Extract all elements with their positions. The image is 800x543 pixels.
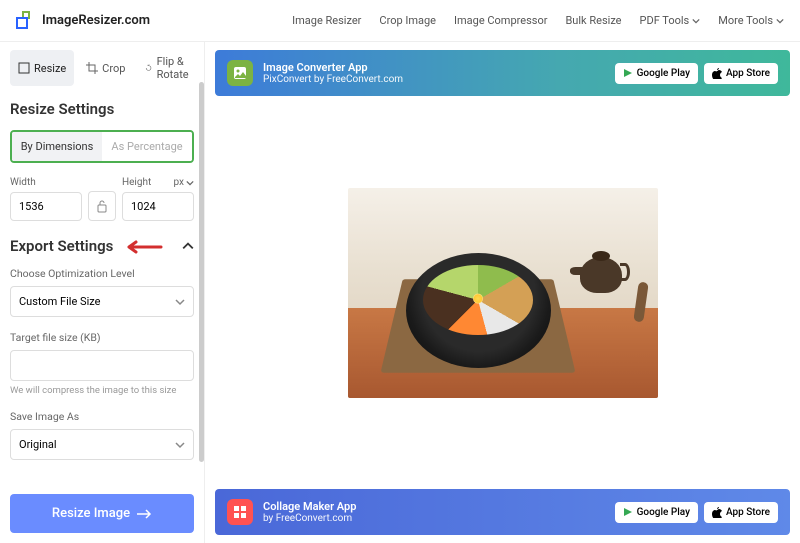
- brand-logo[interactable]: ImageResizer.com: [16, 11, 150, 31]
- image-canvas: [215, 96, 790, 489]
- save-as-label: Save Image As: [10, 410, 194, 423]
- scrollbar[interactable]: [199, 82, 204, 462]
- optimization-label: Choose Optimization Level: [10, 267, 194, 280]
- chevron-down-icon: [692, 17, 700, 25]
- app-icon: [227, 60, 253, 86]
- arrow-annotation-icon: [123, 239, 163, 255]
- chevron-down-icon: [175, 440, 185, 450]
- chevron-up-icon: [182, 240, 194, 252]
- width-label: Width: [10, 177, 82, 188]
- target-size-helper: We will compress the image to this size: [10, 385, 194, 396]
- resize-mode-tabs: By Dimensions As Percentage: [10, 130, 194, 163]
- save-as-select[interactable]: Original: [10, 429, 194, 460]
- play-icon: [623, 68, 633, 78]
- optimization-select[interactable]: Custom File Size: [10, 286, 194, 317]
- rotate-icon: [145, 62, 152, 74]
- promo-title: Image Converter App: [263, 61, 403, 74]
- export-settings-toggle[interactable]: Export Settings: [10, 237, 194, 255]
- app-store-button[interactable]: App Store: [704, 502, 778, 523]
- promo-title: Collage Maker App: [263, 500, 356, 513]
- google-play-button[interactable]: Google Play: [615, 502, 698, 523]
- apple-icon: [712, 68, 722, 79]
- chevron-down-icon: [186, 179, 194, 187]
- tab-crop[interactable]: Crop: [78, 50, 133, 86]
- header: ImageResizer.com Image Resizer Crop Imag…: [0, 0, 800, 42]
- tab-flip-rotate[interactable]: Flip & Rotate: [137, 50, 201, 86]
- app-icon: [227, 499, 253, 525]
- nav-pdf-tools[interactable]: PDF Tools: [640, 14, 701, 27]
- promo-subtitle: by FreeConvert.com: [263, 513, 356, 524]
- sidebar: Resize Crop Flip & Rotate Resize Setting…: [0, 42, 205, 543]
- play-icon: [623, 507, 633, 517]
- preview-image[interactable]: [348, 188, 658, 398]
- chevron-down-icon: [175, 297, 185, 307]
- nav-image-resizer[interactable]: Image Resizer: [292, 14, 361, 27]
- height-label: Height: [122, 177, 151, 188]
- crop-icon: [86, 62, 98, 74]
- mode-as-percentage[interactable]: As Percentage: [102, 132, 192, 161]
- tool-tabs: Resize Crop Flip & Rotate: [10, 50, 194, 86]
- arrow-right-icon: [136, 508, 152, 520]
- export-settings-title: Export Settings: [10, 237, 113, 255]
- google-play-button[interactable]: Google Play: [615, 63, 698, 84]
- chevron-down-icon: [776, 17, 784, 25]
- resize-settings-title: Resize Settings: [10, 100, 194, 118]
- unit-select[interactable]: px: [173, 177, 194, 188]
- promo-banner-bottom: Collage Maker App by FreeConvert.com Goo…: [215, 489, 790, 535]
- content-area: Image Converter App PixConvert by FreeCo…: [205, 42, 800, 543]
- app-store-button[interactable]: App Store: [704, 63, 778, 84]
- nav-crop-image[interactable]: Crop Image: [379, 14, 436, 27]
- nav-more-tools[interactable]: More Tools: [718, 14, 784, 27]
- promo-banner-top: Image Converter App PixConvert by FreeCo…: [215, 50, 790, 96]
- lock-aspect-button[interactable]: [88, 191, 116, 221]
- resize-icon: [18, 62, 30, 74]
- nav-image-compressor[interactable]: Image Compressor: [454, 14, 547, 27]
- target-size-label: Target file size (KB): [10, 331, 194, 344]
- logo-icon: [16, 11, 36, 31]
- target-size-input[interactable]: [10, 350, 194, 381]
- promo-subtitle: PixConvert by FreeConvert.com: [263, 74, 403, 85]
- mode-by-dimensions[interactable]: By Dimensions: [12, 132, 102, 161]
- top-nav: Image Resizer Crop Image Image Compresso…: [292, 14, 784, 27]
- nav-bulk-resize[interactable]: Bulk Resize: [565, 14, 621, 27]
- width-input[interactable]: [10, 192, 82, 221]
- brand-name: ImageResizer.com: [42, 13, 150, 28]
- apple-icon: [712, 507, 722, 518]
- resize-image-button[interactable]: Resize Image: [10, 494, 194, 533]
- lock-icon: [96, 199, 108, 213]
- tab-resize[interactable]: Resize: [10, 50, 74, 86]
- height-input[interactable]: [122, 192, 194, 221]
